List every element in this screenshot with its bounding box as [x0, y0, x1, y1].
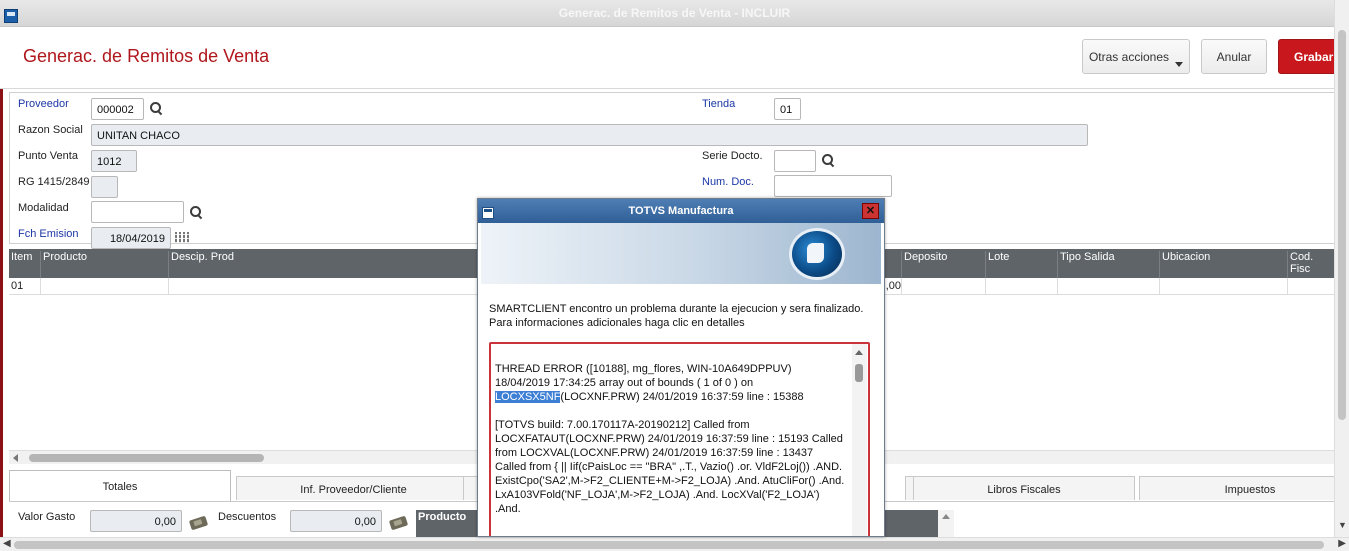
- razon-social-label: Razon Social: [18, 124, 83, 136]
- tab-impuestos[interactable]: Impuestos: [1139, 476, 1349, 500]
- descuentos-label: Descuentos: [218, 511, 277, 523]
- scroll-down-icon[interactable]: ▼: [1338, 520, 1347, 530]
- tab-libros-fiscales[interactable]: Libros Fiscales: [913, 476, 1135, 500]
- scroll-up-icon[interactable]: [942, 514, 950, 519]
- punto-venta-label: Punto Venta: [18, 150, 78, 162]
- page-title: Generac. de Remitos de Venta: [23, 46, 270, 66]
- window-title: Generac. de Remitos de Venta - INCLUIR: [558, 6, 791, 20]
- column-header-deposito[interactable]: Deposito: [901, 251, 947, 278]
- fecha-emision-label: Fch Emision: [18, 228, 79, 240]
- scroll-left-icon[interactable]: ◀: [3, 538, 11, 549]
- num-doc-label: Num. Doc.: [702, 176, 754, 188]
- descuentos-field[interactable]: 0,00: [290, 510, 382, 532]
- dialog-message-line1: SMARTCLIENT encontro un problema durante…: [489, 303, 864, 315]
- serie-docto-field[interactable]: [774, 150, 816, 172]
- error-highlight: LOCXSX5NF: [495, 391, 561, 403]
- proveedor-field[interactable]: 000002: [91, 98, 144, 120]
- rg-field: [91, 176, 118, 198]
- num-doc-field[interactable]: [774, 175, 892, 197]
- punto-venta-field: 1012: [91, 150, 137, 172]
- column-header-tipo-salida[interactable]: Tipo Salida: [1057, 251, 1115, 278]
- more-actions-label: Otras acciones: [1088, 49, 1170, 64]
- save-button[interactable]: Grabar: [1278, 39, 1338, 74]
- detail-scroll-thumb[interactable]: [855, 364, 863, 382]
- column-header-cod-fisc[interactable]: Cod. Fisc: [1287, 251, 1334, 278]
- search-icon[interactable]: [190, 206, 203, 219]
- dialog-message: SMARTCLIENT encontro un problema durante…: [489, 302, 874, 330]
- main-hscroll-thumb[interactable]: [14, 541, 1324, 549]
- dialog-banner: [481, 223, 881, 284]
- error-dialog: TOTVS Manufactura ✕ SMARTCLIENT encontro…: [477, 198, 885, 537]
- left-accent-bar: [0, 27, 3, 537]
- error-detail-text: THREAD ERROR ([10188], mg_flores, WIN-10…: [495, 362, 845, 530]
- main-vscroll-thumb[interactable]: [1338, 30, 1346, 420]
- cell-tipo-salida[interactable]: [1057, 278, 1159, 295]
- close-icon[interactable]: ✕: [862, 203, 879, 219]
- cell-lote[interactable]: [985, 278, 1057, 295]
- page-header: Generac. de Remitos de Venta Otras accio…: [0, 27, 1338, 89]
- cell-ubicacion[interactable]: [1159, 278, 1287, 295]
- column-header-item[interactable]: Item: [9, 251, 32, 278]
- valor-gasto-label: Valor Gasto: [18, 511, 76, 523]
- error-trace: [TOTVS build: 7.00.170117A-20190212] Cal…: [495, 419, 845, 515]
- tienda-field[interactable]: 01: [774, 98, 801, 120]
- totvs-logo: [792, 231, 842, 277]
- scroll-left-icon[interactable]: [13, 454, 18, 462]
- razon-social-field: UNITAN CHACO: [91, 124, 1088, 146]
- column-header-producto[interactable]: Producto: [40, 251, 87, 278]
- fecha-emision-field[interactable]: 18/04/2019: [91, 227, 171, 249]
- error-text-pre: THREAD ERROR ([10188], mg_flores, WIN-10…: [495, 363, 792, 389]
- scroll-up-icon[interactable]: [855, 350, 863, 355]
- tab-inf-proveedor[interactable]: Inf. Proveedor/Cliente: [236, 476, 471, 500]
- cell-cod-fisc[interactable]: [1287, 278, 1334, 295]
- cancel-button[interactable]: Anular: [1201, 39, 1267, 74]
- column-header-lote[interactable]: Lote: [985, 251, 1009, 278]
- serie-docto-label: Serie Docto.: [702, 150, 763, 162]
- rg-label: RG 1415/2849: [18, 176, 90, 188]
- calendar-icon[interactable]: [175, 232, 190, 243]
- dialog-title: TOTVS Manufactura: [628, 205, 734, 217]
- main-horizontal-scrollbar[interactable]: ◀ ▶: [0, 537, 1349, 551]
- error-text-post: (LOCXNF.PRW) 24/01/2019 16:37:59 line : …: [560, 391, 804, 403]
- tab-totales[interactable]: Totales: [9, 470, 231, 502]
- modalidad-field[interactable]: [91, 201, 184, 223]
- dialog-titlebar[interactable]: TOTVS Manufactura ✕: [478, 199, 884, 223]
- dialog-message-line2: Para informaciones adicionales haga clic…: [489, 317, 745, 329]
- cell-producto[interactable]: [40, 278, 168, 295]
- valor-gasto-field[interactable]: 0,00: [90, 510, 182, 532]
- error-detail-box[interactable]: THREAD ERROR ([10188], mg_flores, WIN-10…: [489, 342, 870, 536]
- tienda-label: Tienda: [702, 98, 736, 110]
- column-header-descip[interactable]: Descip. Prod: [168, 251, 234, 278]
- cell-deposito[interactable]: [901, 278, 985, 295]
- producto-scrollbar[interactable]: [938, 510, 954, 537]
- cell-descip[interactable]: [168, 278, 478, 295]
- search-icon[interactable]: [150, 102, 163, 115]
- money-icon[interactable]: [188, 515, 209, 531]
- grid-scroll-thumb[interactable]: [29, 454, 264, 462]
- more-actions-button[interactable]: Otras acciones: [1082, 39, 1190, 74]
- proveedor-label: Proveedor: [18, 98, 69, 110]
- chevron-down-icon: [1175, 62, 1183, 67]
- scroll-right-icon[interactable]: ▶: [1338, 538, 1346, 549]
- detail-scrollbar[interactable]: [852, 344, 867, 536]
- search-icon[interactable]: [822, 154, 835, 167]
- modalidad-label: Modalidad: [18, 202, 69, 214]
- column-header-ubicacion[interactable]: Ubicacion: [1159, 251, 1210, 278]
- window-titlebar: Generac. de Remitos de Venta - INCLUIR: [0, 0, 1349, 27]
- money-icon[interactable]: [388, 515, 409, 531]
- cell-item[interactable]: 01: [9, 278, 40, 295]
- main-vertical-scrollbar[interactable]: ▼: [1334, 0, 1349, 537]
